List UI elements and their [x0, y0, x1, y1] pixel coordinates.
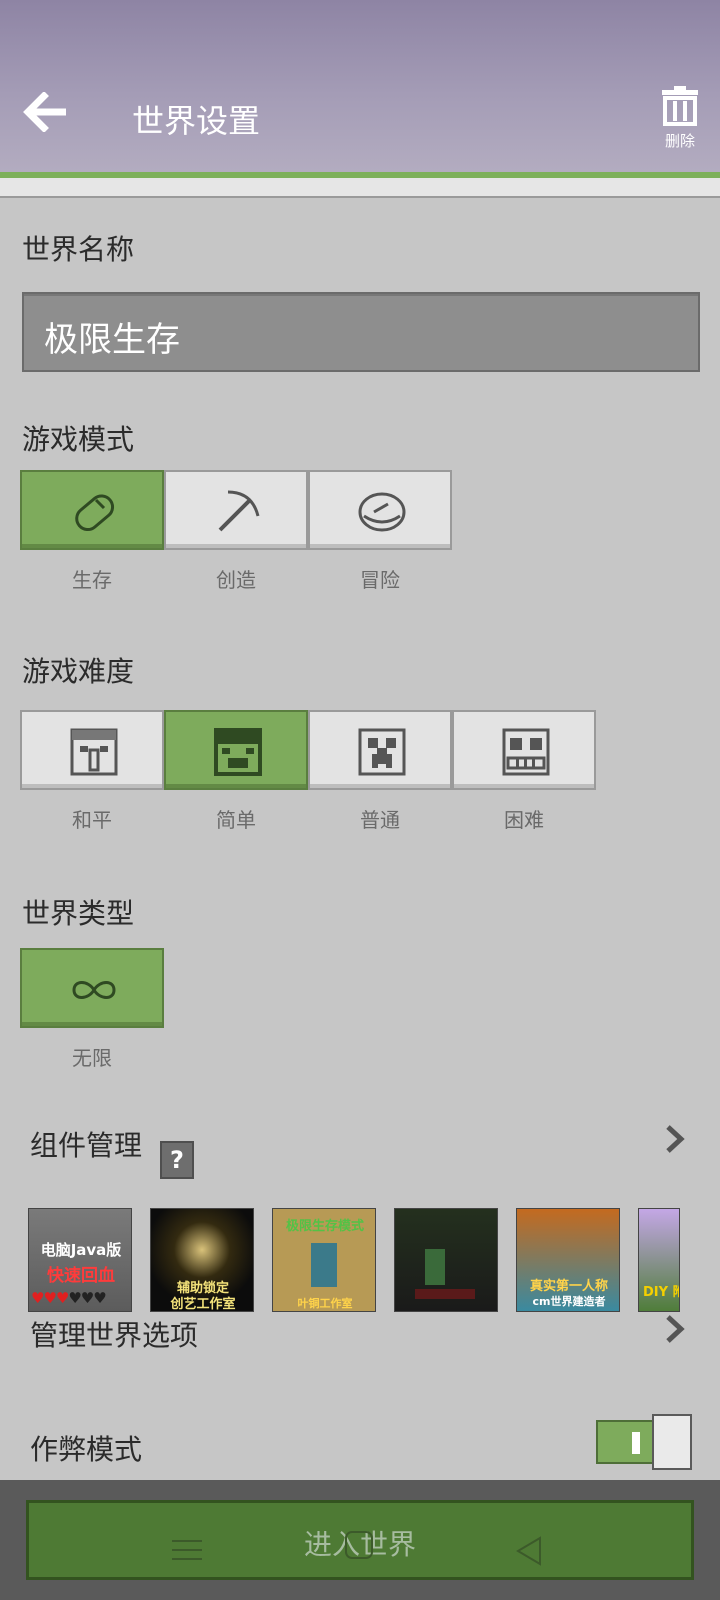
mode-creative-label: 创造: [216, 568, 256, 592]
manage-options-label[interactable]: 管理世界选项: [30, 1314, 198, 1354]
addon-thumb-text: 极限生存模式: [285, 1219, 364, 1234]
difficulty-hard-label: 困难: [504, 808, 544, 832]
delete-button[interactable]: 删除: [650, 84, 710, 154]
skeleton-face-icon: [502, 728, 550, 776]
help-icon[interactable]: ?: [160, 1141, 194, 1179]
zombie-figure-icon: [425, 1249, 445, 1285]
toggle-on-indicator: [632, 1432, 640, 1454]
mode-survival-label: 生存: [72, 568, 112, 592]
bread-icon: [75, 494, 115, 532]
compass-icon: [358, 492, 406, 532]
menu-icon[interactable]: [172, 1538, 202, 1562]
back-button[interactable]: [22, 91, 82, 142]
addons-chevron-right-icon[interactable]: [664, 1124, 686, 1154]
infinity-icon: [72, 981, 116, 999]
difficulty-easy-button[interactable]: [164, 710, 308, 790]
trash-icon: [662, 86, 698, 126]
addon-thumbnail[interactable]: 极限生存模式 叶铜工作室: [272, 1208, 376, 1312]
addon-thumbnail[interactable]: 真实第一人称 cm世界建造者: [516, 1208, 620, 1312]
addon-thumb-text: 叶铜工作室: [297, 1297, 353, 1310]
addon-thumbnail[interactable]: [394, 1208, 498, 1312]
villager-face-icon: [70, 728, 118, 776]
header-divider-light: [0, 178, 720, 198]
header-bar: [0, 0, 720, 172]
hearts-icon: ♥♥♥♥♥♥: [31, 1289, 107, 1307]
addon-thumbnail[interactable]: 电脑Java版 快速回血 ♥♥♥♥♥♥: [28, 1208, 132, 1312]
redstone-icon: [415, 1289, 475, 1299]
addons-label: 组件管理: [30, 1129, 143, 1162]
world-name-input[interactable]: 极限生存: [22, 292, 700, 372]
addon-thumb-text: 电脑Java版: [40, 1241, 122, 1259]
world-name-value: 极限生存: [44, 320, 180, 360]
toggle-knob[interactable]: [652, 1414, 692, 1470]
difficulty-label: 游戏难度: [22, 655, 135, 688]
difficulty-normal-label: 普通: [360, 808, 400, 832]
difficulty-easy-label: 简单: [216, 808, 256, 832]
difficulty-peaceful-button[interactable]: [20, 710, 164, 790]
world-type-infinite-button[interactable]: [20, 948, 164, 1028]
manage-options-chevron-right-icon[interactable]: [664, 1314, 686, 1344]
nav-back-icon[interactable]: [514, 1536, 544, 1566]
arrow-left-icon: [23, 91, 66, 133]
page-title: 世界设置: [132, 102, 261, 140]
world-name-label: 世界名称: [22, 233, 135, 266]
game-mode-label: 游戏模式: [22, 423, 135, 456]
mode-creative-button[interactable]: [164, 470, 308, 550]
mode-adventure-label: 冒险: [360, 568, 400, 592]
pickaxe-icon: [218, 490, 260, 532]
difficulty-hard-button[interactable]: [452, 710, 596, 790]
addon-thumb-text: DIY 附: [643, 1285, 679, 1300]
addon-thumbnail[interactable]: DIY 附: [638, 1208, 680, 1312]
addon-thumb-text: 快速回血: [47, 1266, 115, 1286]
creeper-face-icon: [358, 728, 406, 776]
cheats-toggle[interactable]: [596, 1414, 692, 1470]
addon-thumbnail[interactable]: 辅助锁定 创艺工作室: [150, 1208, 254, 1312]
difficulty-normal-button[interactable]: [308, 710, 452, 790]
steve-figure-icon: [311, 1243, 337, 1287]
pig-face-icon: [214, 728, 262, 776]
mode-survival-button[interactable]: [20, 470, 164, 550]
difficulty-peaceful-label: 和平: [72, 808, 112, 832]
addon-thumb-text: cm世界建造者: [532, 1295, 606, 1308]
world-type-label: 世界类型: [22, 897, 135, 930]
delete-label: 删除: [664, 132, 695, 150]
addon-thumb-text: 创艺工作室: [170, 1297, 236, 1312]
world-type-infinite-label: 无限: [72, 1046, 112, 1070]
cheats-label: 作弊模式: [30, 1433, 143, 1466]
home-icon[interactable]: [344, 1530, 374, 1560]
mode-adventure-button[interactable]: [308, 470, 452, 550]
addon-thumb-text: 真实第一人称: [529, 1279, 608, 1294]
